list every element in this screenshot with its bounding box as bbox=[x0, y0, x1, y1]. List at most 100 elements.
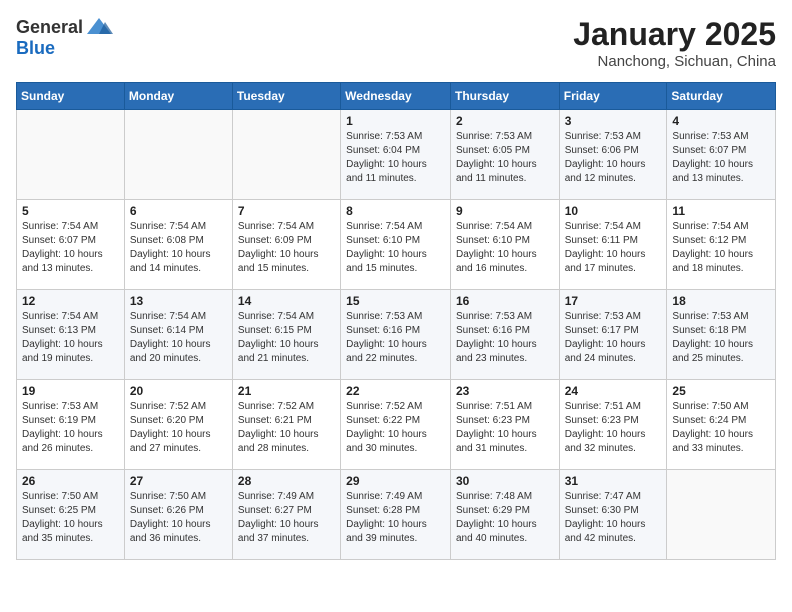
calendar-week-row: 1Sunrise: 7:53 AMSunset: 6:04 PMDaylight… bbox=[17, 110, 776, 200]
day-of-week-header: Wednesday bbox=[341, 83, 451, 110]
day-number: 18 bbox=[672, 294, 770, 308]
day-of-week-header: Thursday bbox=[450, 83, 559, 110]
title-block: January 2025 Nanchong, Sichuan, China bbox=[573, 16, 776, 70]
logo: General Blue bbox=[16, 16, 115, 59]
day-of-week-header: Saturday bbox=[667, 83, 776, 110]
calendar-day-cell: 28 Sunrise: 7:49 AMSunset: 6:27 PMDayligh… bbox=[232, 470, 340, 560]
day-number: 23 bbox=[456, 384, 554, 398]
day-info: Sunrise: 7:54 AMSunset: 6:09 PMDaylight:… bbox=[238, 220, 335, 276]
calendar-day-cell bbox=[124, 110, 232, 200]
day-number: 13 bbox=[130, 294, 227, 308]
day-info: Sunrise: 7:52 AMSunset: 6:20 PMDaylight:… bbox=[130, 400, 227, 456]
calendar-week-row: 26Sunrise: 7:50 AMSunset: 6:25 PMDayligh… bbox=[17, 470, 776, 560]
day-number: 9 bbox=[456, 204, 554, 218]
day-number: 2 bbox=[456, 114, 554, 128]
calendar-day-cell: 30Sunrise: 7:48 AMSunset: 6:29 PMDayligh… bbox=[450, 470, 559, 560]
calendar-day-cell: 25 Sunrise: 7:50 AMSunset: 6:24 PMDayligh… bbox=[667, 380, 776, 470]
calendar-day-cell: 3 Sunrise: 7:53 AMSunset: 6:06 PMDaylight… bbox=[559, 110, 667, 200]
calendar-week-row: 5 Sunrise: 7:54 AMSunset: 6:07 PMDaylight… bbox=[17, 200, 776, 290]
day-of-week-header: Friday bbox=[559, 83, 667, 110]
day-info: Sunrise: 7:54 AMSunset: 6:13 PMDaylight:… bbox=[22, 310, 119, 366]
day-info: Sunrise: 7:54 AMSunset: 6:10 PMDaylight:… bbox=[456, 220, 554, 276]
day-number: 8 bbox=[346, 204, 445, 218]
month-title: January 2025 bbox=[573, 16, 776, 53]
day-info: Sunrise: 7:53 AMSunset: 6:16 PMDaylight:… bbox=[456, 310, 554, 366]
calendar-day-cell: 9 Sunrise: 7:54 AMSunset: 6:10 PMDaylight… bbox=[450, 200, 559, 290]
day-info: Sunrise: 7:53 AMSunset: 6:06 PMDaylight:… bbox=[565, 130, 662, 186]
calendar-day-cell: 12 Sunrise: 7:54 AMSunset: 6:13 PMDayligh… bbox=[17, 290, 125, 380]
calendar-day-cell: 20 Sunrise: 7:52 AMSunset: 6:20 PMDayligh… bbox=[124, 380, 232, 470]
day-info: Sunrise: 7:54 AMSunset: 6:08 PMDaylight:… bbox=[130, 220, 227, 276]
day-number: 7 bbox=[238, 204, 335, 218]
day-number: 11 bbox=[672, 204, 770, 218]
day-info: Sunrise: 7:49 AMSunset: 6:27 PMDaylight:… bbox=[238, 490, 335, 546]
day-number: 4 bbox=[672, 114, 770, 128]
day-number: 19 bbox=[22, 384, 119, 398]
day-info: Sunrise: 7:53 AMSunset: 6:05 PMDaylight:… bbox=[456, 130, 554, 186]
day-info: Sunrise: 7:52 AMSunset: 6:21 PMDaylight:… bbox=[238, 400, 335, 456]
calendar-day-cell: 4Sunrise: 7:53 AMSunset: 6:07 PMDaylight… bbox=[667, 110, 776, 200]
location-subtitle: Nanchong, Sichuan, China bbox=[573, 53, 776, 70]
day-info: Sunrise: 7:52 AMSunset: 6:22 PMDaylight:… bbox=[346, 400, 445, 456]
day-number: 20 bbox=[130, 384, 227, 398]
calendar-day-cell: 22 Sunrise: 7:52 AMSunset: 6:22 PMDayligh… bbox=[341, 380, 451, 470]
calendar-day-cell: 5 Sunrise: 7:54 AMSunset: 6:07 PMDaylight… bbox=[17, 200, 125, 290]
calendar-week-row: 12 Sunrise: 7:54 AMSunset: 6:13 PMDayligh… bbox=[17, 290, 776, 380]
day-info: Sunrise: 7:51 AMSunset: 6:23 PMDaylight:… bbox=[456, 400, 554, 456]
day-number: 10 bbox=[565, 204, 662, 218]
day-number: 14 bbox=[238, 294, 335, 308]
day-info: Sunrise: 7:50 AMSunset: 6:26 PMDaylight:… bbox=[130, 490, 227, 546]
calendar-day-cell: 1Sunrise: 7:53 AMSunset: 6:04 PMDaylight… bbox=[341, 110, 451, 200]
day-number: 31 bbox=[565, 474, 662, 488]
day-info: Sunrise: 7:54 AMSunset: 6:07 PMDaylight:… bbox=[22, 220, 119, 276]
calendar-day-cell: 13Sunrise: 7:54 AMSunset: 6:14 PMDayligh… bbox=[124, 290, 232, 380]
day-info: Sunrise: 7:54 AMSunset: 6:11 PMDaylight:… bbox=[565, 220, 662, 276]
day-number: 24 bbox=[565, 384, 662, 398]
logo-blue-text: Blue bbox=[16, 38, 55, 59]
calendar-day-cell: 23 Sunrise: 7:51 AMSunset: 6:23 PMDayligh… bbox=[450, 380, 559, 470]
day-number: 5 bbox=[22, 204, 119, 218]
day-info: Sunrise: 7:54 AMSunset: 6:15 PMDaylight:… bbox=[238, 310, 335, 366]
day-number: 12 bbox=[22, 294, 119, 308]
day-number: 6 bbox=[130, 204, 227, 218]
day-info: Sunrise: 7:49 AMSunset: 6:28 PMDaylight:… bbox=[346, 490, 445, 546]
day-number: 30 bbox=[456, 474, 554, 488]
day-of-week-header: Monday bbox=[124, 83, 232, 110]
calendar-day-cell: 24 Sunrise: 7:51 AMSunset: 6:23 PMDayligh… bbox=[559, 380, 667, 470]
day-number: 16 bbox=[456, 294, 554, 308]
calendar-day-cell: 10 Sunrise: 7:54 AMSunset: 6:11 PMDayligh… bbox=[559, 200, 667, 290]
day-info: Sunrise: 7:53 AMSunset: 6:18 PMDaylight:… bbox=[672, 310, 770, 366]
day-number: 29 bbox=[346, 474, 445, 488]
calendar-day-cell: 29 Sunrise: 7:49 AMSunset: 6:28 PMDayligh… bbox=[341, 470, 451, 560]
calendar-day-cell: 15Sunrise: 7:53 AMSunset: 6:16 PMDayligh… bbox=[341, 290, 451, 380]
logo-general-text: General bbox=[16, 17, 83, 38]
calendar-day-cell: 21 Sunrise: 7:52 AMSunset: 6:21 PMDayligh… bbox=[232, 380, 340, 470]
day-number: 17 bbox=[565, 294, 662, 308]
day-info: Sunrise: 7:50 AMSunset: 6:24 PMDaylight:… bbox=[672, 400, 770, 456]
day-info: Sunrise: 7:53 AMSunset: 6:19 PMDaylight:… bbox=[22, 400, 119, 456]
calendar-day-cell: 6 Sunrise: 7:54 AMSunset: 6:08 PMDaylight… bbox=[124, 200, 232, 290]
calendar-week-row: 19 Sunrise: 7:53 AMSunset: 6:19 PMDayligh… bbox=[17, 380, 776, 470]
calendar-day-cell: 17Sunrise: 7:53 AMSunset: 6:17 PMDayligh… bbox=[559, 290, 667, 380]
day-info: Sunrise: 7:47 AMSunset: 6:30 PMDaylight:… bbox=[565, 490, 662, 546]
day-number: 3 bbox=[565, 114, 662, 128]
day-info: Sunrise: 7:54 AMSunset: 6:12 PMDaylight:… bbox=[672, 220, 770, 276]
day-of-week-header: Tuesday bbox=[232, 83, 340, 110]
calendar-day-cell: 27Sunrise: 7:50 AMSunset: 6:26 PMDayligh… bbox=[124, 470, 232, 560]
day-info: Sunrise: 7:50 AMSunset: 6:25 PMDaylight:… bbox=[22, 490, 119, 546]
calendar-day-cell: 7 Sunrise: 7:54 AMSunset: 6:09 PMDaylight… bbox=[232, 200, 340, 290]
calendar-day-cell: 14 Sunrise: 7:54 AMSunset: 6:15 PMDayligh… bbox=[232, 290, 340, 380]
day-number: 25 bbox=[672, 384, 770, 398]
page-header: General Blue January 2025 Nanchong, Sich… bbox=[16, 16, 776, 70]
day-number: 28 bbox=[238, 474, 335, 488]
logo-icon bbox=[85, 16, 113, 38]
day-number: 22 bbox=[346, 384, 445, 398]
day-info: Sunrise: 7:51 AMSunset: 6:23 PMDaylight:… bbox=[565, 400, 662, 456]
day-number: 21 bbox=[238, 384, 335, 398]
calendar-day-cell bbox=[17, 110, 125, 200]
calendar-header-row: SundayMondayTuesdayWednesdayThursdayFrid… bbox=[17, 83, 776, 110]
day-of-week-header: Sunday bbox=[17, 83, 125, 110]
calendar-day-cell: 11 Sunrise: 7:54 AMSunset: 6:12 PMDayligh… bbox=[667, 200, 776, 290]
day-info: Sunrise: 7:53 AMSunset: 6:04 PMDaylight:… bbox=[346, 130, 445, 186]
calendar-day-cell bbox=[232, 110, 340, 200]
